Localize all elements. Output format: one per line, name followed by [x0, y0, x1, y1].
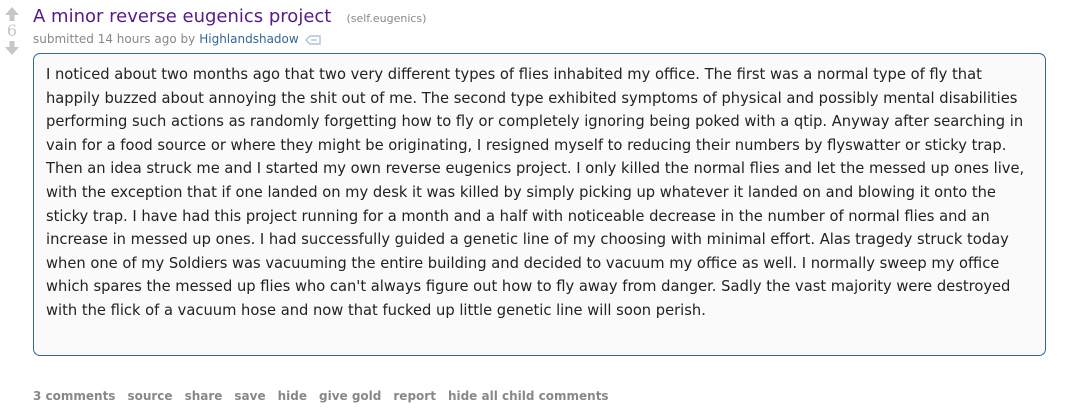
post-buttons: 3 comments source share save hide give g…: [33, 389, 609, 403]
save-button[interactable]: save: [234, 389, 265, 403]
author-tag-icon[interactable]: [304, 34, 321, 45]
upvote-icon[interactable]: [4, 6, 20, 22]
score: 6: [6, 21, 18, 40]
post-body-text: I noticed about two months ago that two …: [46, 66, 1025, 319]
share-button[interactable]: share: [185, 389, 223, 403]
post-domain[interactable]: (self.eugenics): [346, 12, 426, 25]
downvote-icon[interactable]: [4, 40, 20, 56]
hide-child-comments-button[interactable]: hide all child comments: [448, 389, 609, 403]
author-link[interactable]: Highlandshadow: [199, 32, 298, 46]
source-button[interactable]: source: [127, 389, 172, 403]
hide-button[interactable]: hide: [278, 389, 307, 403]
submitted-text: submitted 14 hours ago by: [33, 32, 196, 46]
post-tagline: submitted 14 hours ago by Highlandshadow: [33, 32, 321, 46]
give-gold-button[interactable]: give gold: [319, 389, 381, 403]
report-button[interactable]: report: [393, 389, 436, 403]
post-title-line: A minor reverse eugenics project (self.e…: [33, 6, 426, 27]
comments-link[interactable]: 3 comments: [33, 389, 115, 403]
vote-column: 6: [0, 6, 24, 56]
post-title[interactable]: A minor reverse eugenics project: [33, 6, 331, 27]
post-body: I noticed about two months ago that two …: [33, 53, 1046, 356]
